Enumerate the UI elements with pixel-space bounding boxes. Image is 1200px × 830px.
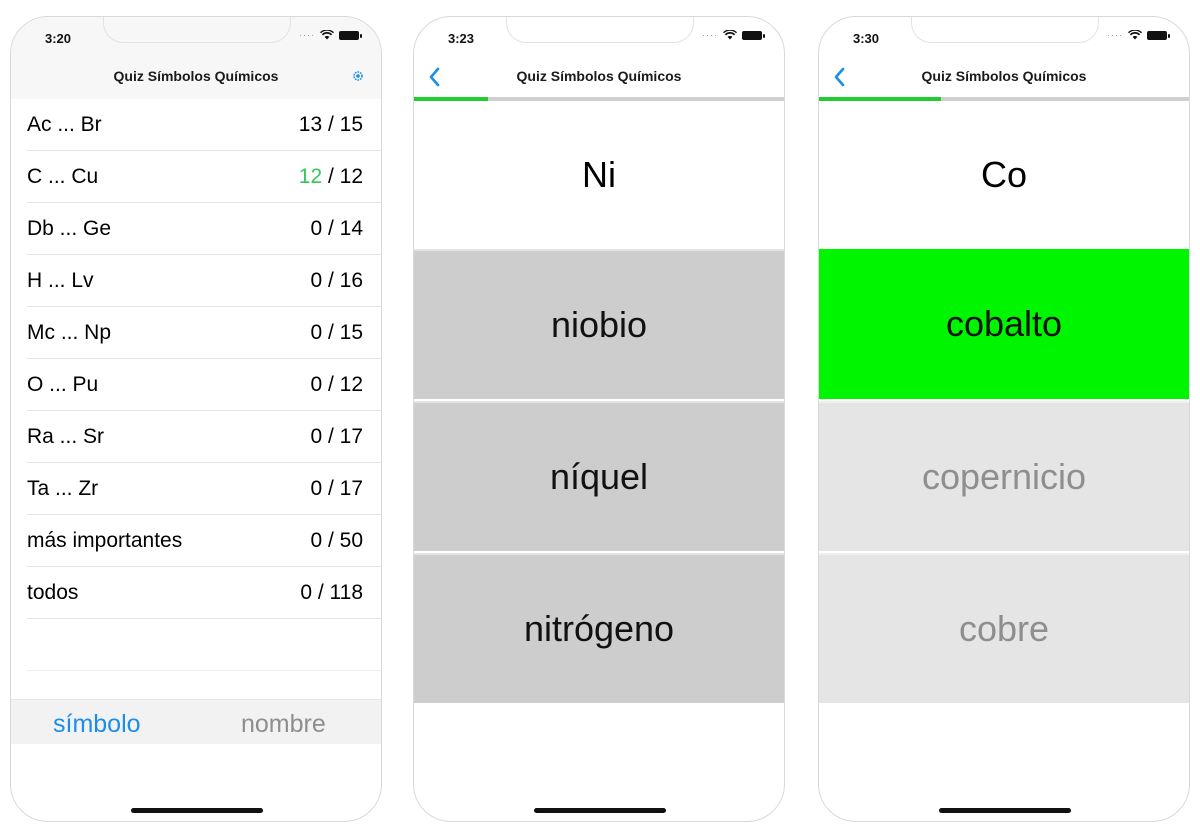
empty-row — [27, 619, 381, 671]
home-indicator — [131, 808, 263, 813]
status-icons: ···· — [1107, 30, 1170, 40]
status-icons: ···· — [702, 30, 765, 40]
list-item[interactable]: C ... Cu 12 / 12 — [27, 151, 381, 203]
group-label: Ra ... Sr — [27, 425, 105, 448]
navigation-bar: 3:20 ···· Quiz Símbolos Químicos — [11, 17, 381, 99]
phone-screen-quiz-co: 3:30 ···· Quiz Símbolos Químicos Co coba… — [818, 16, 1190, 822]
list-item[interactable]: Ta ... Zr 0 / 17 — [27, 463, 381, 515]
group-label: O ... Pu — [27, 373, 99, 396]
group-score: 0 / 14 — [310, 217, 363, 240]
phone-screen-quiz-ni: 3:23 ···· Quiz Símbolos Químicos Ni niob… — [413, 16, 785, 822]
battery-icon — [742, 30, 765, 40]
group-label: más importantes — [27, 529, 183, 552]
home-indicator — [939, 808, 1071, 813]
group-score: 0 / 50 — [310, 529, 363, 552]
navigation-bar: 3:30 ···· Quiz Símbolos Químicos — [819, 17, 1189, 99]
phone-screen-list: 3:20 ···· Quiz Símbolos Químicos Ac ... … — [10, 16, 382, 822]
question-symbol: Ni — [582, 154, 616, 195]
list-item[interactable]: H ... Lv 0 / 16 — [27, 255, 381, 307]
nav-title: Quiz Símbolos Químicos — [516, 68, 682, 84]
status-icons: ···· — [299, 30, 362, 40]
notch — [911, 17, 1099, 43]
signal-icon: ···· — [702, 30, 718, 40]
group-score: 13 / 15 — [298, 113, 363, 136]
wifi-icon — [320, 30, 334, 40]
group-label: todos — [27, 581, 79, 604]
list-item[interactable]: Db ... Ge 0 / 14 — [27, 203, 381, 255]
group-score: 0 / 16 — [310, 269, 363, 292]
list-item[interactable]: O ... Pu 0 / 12 — [27, 359, 381, 411]
segment-simbolo[interactable]: símbolo — [53, 710, 141, 739]
gear-icon[interactable] — [353, 71, 363, 81]
group-score: 0 / 12 — [310, 373, 363, 396]
segment-nombre[interactable]: nombre — [241, 710, 326, 739]
answer-option[interactable]: niobio — [414, 249, 784, 399]
status-time: 3:20 — [45, 31, 72, 46]
group-label: C ... Cu — [27, 165, 99, 188]
mode-segmented-control: símbolo nombre — [11, 699, 381, 744]
battery-icon — [339, 30, 362, 40]
wifi-icon — [723, 30, 737, 40]
navigation-bar: 3:23 ···· Quiz Símbolos Químicos — [414, 17, 784, 99]
list-item[interactable]: Ac ... Br 13 / 15 — [27, 99, 381, 151]
signal-icon: ···· — [1107, 30, 1123, 40]
nav-title: Quiz Símbolos Químicos — [113, 68, 279, 84]
status-time: 3:30 — [853, 31, 880, 46]
group-label: Ac ... Br — [27, 113, 102, 136]
group-score: 0 / 15 — [310, 321, 363, 344]
list-item[interactable]: Mc ... Np 0 / 15 — [27, 307, 381, 359]
notch — [103, 17, 291, 43]
list-item[interactable]: todos 0 / 118 — [27, 567, 381, 619]
answer-option-correct[interactable]: cobalto — [819, 249, 1189, 399]
signal-icon: ···· — [299, 30, 315, 40]
wifi-icon — [1128, 30, 1142, 40]
quiz-group-list: Ac ... Br 13 / 15 C ... Cu 12 / 12 Db ..… — [11, 99, 381, 671]
battery-icon — [1147, 30, 1170, 40]
home-indicator — [534, 808, 666, 813]
status-time: 3:23 — [448, 31, 475, 46]
answer-option[interactable]: níquel — [414, 401, 784, 551]
answer-option[interactable]: copernicio — [819, 401, 1189, 551]
group-score: 0 / 118 — [300, 581, 363, 604]
nav-title: Quiz Símbolos Químicos — [921, 68, 1087, 84]
group-score: 0 / 17 — [310, 425, 363, 448]
list-item[interactable]: Ra ... Sr 0 / 17 — [27, 411, 381, 463]
answer-option[interactable]: nitrógeno — [414, 553, 784, 703]
group-label: H ... Lv — [27, 269, 94, 292]
group-score: 0 / 17 — [310, 477, 363, 500]
group-label: Db ... Ge — [27, 217, 112, 240]
group-score: 12 / 12 — [298, 165, 363, 188]
group-label: Ta ... Zr — [27, 477, 99, 500]
answer-option[interactable]: cobre — [819, 553, 1189, 703]
notch — [506, 17, 694, 43]
list-item[interactable]: más importantes 0 / 50 — [27, 515, 381, 567]
group-label: Mc ... Np — [27, 321, 112, 344]
question-symbol: Co — [980, 154, 1028, 195]
